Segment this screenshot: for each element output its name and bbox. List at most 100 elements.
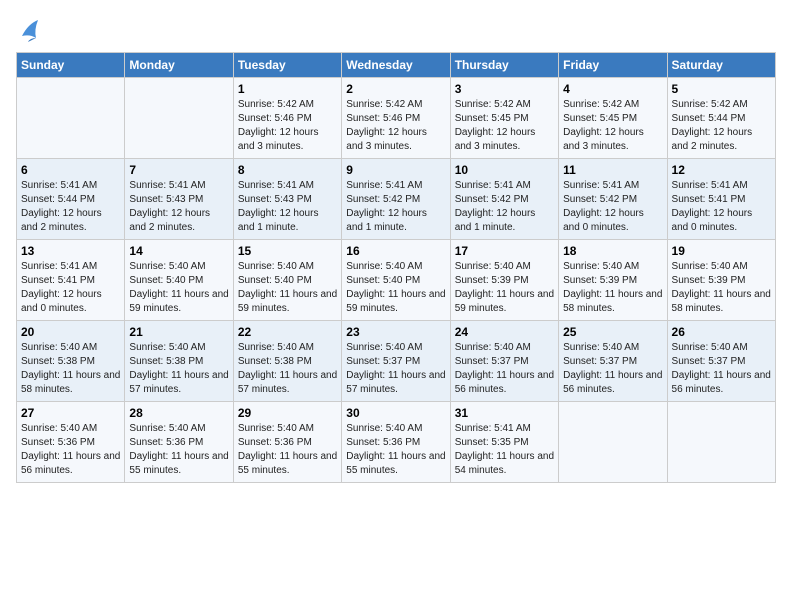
calendar-cell: 16 Sunrise: 5:40 AMSunset: 5:40 PMDayligh… (342, 240, 450, 321)
day-info: Sunrise: 5:40 AMSunset: 5:38 PMDaylight:… (238, 341, 337, 397)
calendar-week-row: 1Sunrise: 5:42 AMSunset: 5:46 PMDaylight… (17, 78, 776, 159)
calendar-cell: 20 Sunrise: 5:40 AMSunset: 5:38 PMDayligh… (17, 321, 125, 402)
day-info: Sunrise: 5:40 AMSunset: 5:37 PMDaylight:… (563, 341, 662, 397)
day-info: Sunrise: 5:41 AMSunset: 5:35 PMDaylight:… (455, 422, 554, 478)
day-number: 22 (238, 325, 337, 339)
day-number: 3 (455, 82, 554, 96)
calendar-cell: 18 Sunrise: 5:40 AMSunset: 5:39 PMDayligh… (559, 240, 667, 321)
day-info: Sunrise: 5:40 AMSunset: 5:38 PMDaylight:… (21, 341, 120, 397)
calendar-cell: 27 Sunrise: 5:40 AMSunset: 5:36 PMDayligh… (17, 402, 125, 483)
calendar-cell: 8 Sunrise: 5:41 AMSunset: 5:43 PMDaylight… (233, 159, 341, 240)
day-info: Sunrise: 5:40 AMSunset: 5:37 PMDaylight:… (346, 341, 445, 397)
day-info: Sunrise: 5:41 AMSunset: 5:44 PMDaylight:… (21, 179, 120, 235)
weekday-header-row: SundayMondayTuesdayWednesdayThursdayFrid… (17, 53, 776, 78)
day-info: Sunrise: 5:40 AMSunset: 5:36 PMDaylight:… (346, 422, 445, 478)
calendar-week-row: 27 Sunrise: 5:40 AMSunset: 5:36 PMDayligh… (17, 402, 776, 483)
day-number: 17 (455, 244, 554, 258)
calendar-cell: 25 Sunrise: 5:40 AMSunset: 5:37 PMDayligh… (559, 321, 667, 402)
calendar-cell: 13Sunrise: 5:41 AMSunset: 5:41 PMDayligh… (17, 240, 125, 321)
day-number: 7 (129, 163, 228, 177)
calendar-cell: 12Sunrise: 5:41 AMSunset: 5:41 PMDayligh… (667, 159, 775, 240)
day-info: Sunrise: 5:40 AMSunset: 5:40 PMDaylight:… (238, 260, 337, 316)
calendar-cell: 24Sunrise: 5:40 AMSunset: 5:37 PMDayligh… (450, 321, 558, 402)
day-info: Sunrise: 5:41 AMSunset: 5:43 PMDaylight:… (129, 179, 228, 235)
day-number: 21 (129, 325, 228, 339)
calendar-table: SundayMondayTuesdayWednesdayThursdayFrid… (16, 52, 776, 483)
day-number: 5 (672, 82, 771, 96)
day-number: 9 (346, 163, 445, 177)
day-info: Sunrise: 5:42 AMSunset: 5:45 PMDaylight:… (563, 98, 662, 154)
day-number: 15 (238, 244, 337, 258)
calendar-cell: 28Sunrise: 5:40 AMSunset: 5:36 PMDayligh… (125, 402, 233, 483)
day-number: 26 (672, 325, 771, 339)
day-info: Sunrise: 5:40 AMSunset: 5:36 PMDaylight:… (129, 422, 228, 478)
day-info: Sunrise: 5:42 AMSunset: 5:45 PMDaylight:… (455, 98, 554, 154)
day-number: 6 (21, 163, 120, 177)
day-number: 27 (21, 406, 120, 420)
day-number: 4 (563, 82, 662, 96)
calendar-cell: 2 Sunrise: 5:42 AMSunset: 5:46 PMDaylight… (342, 78, 450, 159)
calendar-cell: 5Sunrise: 5:42 AMSunset: 5:44 PMDaylight… (667, 78, 775, 159)
calendar-cell: 11Sunrise: 5:41 AMSunset: 5:42 PMDayligh… (559, 159, 667, 240)
day-info: Sunrise: 5:40 AMSunset: 5:36 PMDaylight:… (21, 422, 120, 478)
calendar-cell: 9 Sunrise: 5:41 AMSunset: 5:42 PMDaylight… (342, 159, 450, 240)
day-info: Sunrise: 5:40 AMSunset: 5:38 PMDaylight:… (129, 341, 228, 397)
day-number: 23 (346, 325, 445, 339)
weekday-header: Monday (125, 53, 233, 78)
calendar-cell: 19 Sunrise: 5:40 AMSunset: 5:39 PMDayligh… (667, 240, 775, 321)
day-info: Sunrise: 5:40 AMSunset: 5:39 PMDaylight:… (455, 260, 554, 316)
day-info: Sunrise: 5:40 AMSunset: 5:40 PMDaylight:… (129, 260, 228, 316)
calendar-cell: 17 Sunrise: 5:40 AMSunset: 5:39 PMDayligh… (450, 240, 558, 321)
calendar-cell: 23 Sunrise: 5:40 AMSunset: 5:37 PMDayligh… (342, 321, 450, 402)
calendar-cell: 22 Sunrise: 5:40 AMSunset: 5:38 PMDayligh… (233, 321, 341, 402)
day-number: 14 (129, 244, 228, 258)
weekday-header: Sunday (17, 53, 125, 78)
day-number: 19 (672, 244, 771, 258)
day-info: Sunrise: 5:40 AMSunset: 5:40 PMDaylight:… (346, 260, 445, 316)
weekday-header: Saturday (667, 53, 775, 78)
day-info: Sunrise: 5:42 AMSunset: 5:46 PMDaylight:… (238, 98, 337, 154)
day-number: 30 (346, 406, 445, 420)
day-info: Sunrise: 5:40 AMSunset: 5:39 PMDaylight:… (672, 260, 771, 316)
day-number: 25 (563, 325, 662, 339)
day-number: 11 (563, 163, 662, 177)
day-info: Sunrise: 5:41 AMSunset: 5:43 PMDaylight:… (238, 179, 337, 235)
calendar-cell: 7 Sunrise: 5:41 AMSunset: 5:43 PMDaylight… (125, 159, 233, 240)
day-info: Sunrise: 5:40 AMSunset: 5:37 PMDaylight:… (455, 341, 554, 397)
calendar-week-row: 20 Sunrise: 5:40 AMSunset: 5:38 PMDayligh… (17, 321, 776, 402)
day-number: 8 (238, 163, 337, 177)
day-info: Sunrise: 5:40 AMSunset: 5:37 PMDaylight:… (672, 341, 771, 397)
calendar-week-row: 13Sunrise: 5:41 AMSunset: 5:41 PMDayligh… (17, 240, 776, 321)
calendar-cell: 21 Sunrise: 5:40 AMSunset: 5:38 PMDayligh… (125, 321, 233, 402)
logo (16, 16, 40, 44)
day-info: Sunrise: 5:40 AMSunset: 5:39 PMDaylight:… (563, 260, 662, 316)
weekday-header: Thursday (450, 53, 558, 78)
day-number: 13 (21, 244, 120, 258)
calendar-cell (559, 402, 667, 483)
day-number: 2 (346, 82, 445, 96)
weekday-header: Friday (559, 53, 667, 78)
calendar-cell (125, 78, 233, 159)
weekday-header: Wednesday (342, 53, 450, 78)
day-number: 29 (238, 406, 337, 420)
calendar-cell: 15 Sunrise: 5:40 AMSunset: 5:40 PMDayligh… (233, 240, 341, 321)
calendar-cell: 31 Sunrise: 5:41 AMSunset: 5:35 PMDayligh… (450, 402, 558, 483)
calendar-cell: 29Sunrise: 5:40 AMSunset: 5:36 PMDayligh… (233, 402, 341, 483)
day-info: Sunrise: 5:41 AMSunset: 5:42 PMDaylight:… (346, 179, 445, 235)
logo-bird-icon (18, 16, 40, 44)
calendar-cell: 6 Sunrise: 5:41 AMSunset: 5:44 PMDaylight… (17, 159, 125, 240)
calendar-cell: 1Sunrise: 5:42 AMSunset: 5:46 PMDaylight… (233, 78, 341, 159)
calendar-cell: 3 Sunrise: 5:42 AMSunset: 5:45 PMDaylight… (450, 78, 558, 159)
day-info: Sunrise: 5:42 AMSunset: 5:46 PMDaylight:… (346, 98, 445, 154)
day-number: 16 (346, 244, 445, 258)
weekday-header: Tuesday (233, 53, 341, 78)
day-number: 10 (455, 163, 554, 177)
page-header (16, 16, 776, 44)
day-number: 31 (455, 406, 554, 420)
day-number: 20 (21, 325, 120, 339)
day-info: Sunrise: 5:41 AMSunset: 5:41 PMDaylight:… (672, 179, 771, 235)
day-info: Sunrise: 5:41 AMSunset: 5:42 PMDaylight:… (455, 179, 554, 235)
calendar-cell (667, 402, 775, 483)
calendar-cell (17, 78, 125, 159)
day-number: 18 (563, 244, 662, 258)
